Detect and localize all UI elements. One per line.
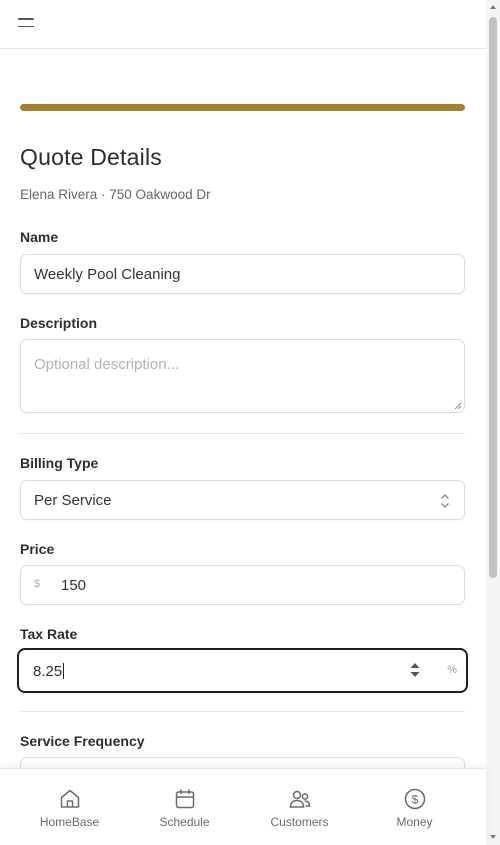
scroll-up-arrow-icon[interactable] <box>490 5 496 9</box>
nav-label-money: Money <box>396 815 433 829</box>
select-updown-icon <box>440 493 450 509</box>
svg-text:$: $ <box>411 793 418 807</box>
divider <box>20 711 465 712</box>
home-icon <box>60 789 79 808</box>
price-input[interactable]: $ 150 <box>20 565 465 605</box>
bottom-nav: HomeBase Schedule Customers $ Money <box>0 768 486 845</box>
text-caret <box>63 663 65 679</box>
service-frequency-label: Service Frequency <box>20 733 145 749</box>
calendar-icon <box>175 789 194 809</box>
name-label: Name <box>20 229 59 245</box>
billing-type-value: Per Service <box>34 492 112 509</box>
percent-suffix: % <box>447 664 457 676</box>
description-placeholder: Optional description... <box>34 356 180 373</box>
hamburger-icon[interactable] <box>18 18 35 28</box>
number-spinner-icon[interactable] <box>410 661 420 679</box>
name-input[interactable]: Weekly Pool Cleaning <box>20 254 465 294</box>
tax-rate-input[interactable]: 8.25 % <box>17 648 468 693</box>
nav-item-customers[interactable]: Customers <box>239 769 360 845</box>
billing-type-label: Billing Type <box>20 455 99 471</box>
scrollbar[interactable] <box>486 0 500 845</box>
nav-label-homebase: HomeBase <box>39 815 100 829</box>
nav-item-money[interactable]: $ Money <box>354 769 475 845</box>
customer-address: Elena Rivera · 750 Oakwood Dr <box>20 187 211 202</box>
nav-label-schedule: Schedule <box>159 815 210 829</box>
description-textarea[interactable]: Optional description... <box>20 339 465 413</box>
price-label: Price <box>20 541 55 557</box>
scroll-down-arrow-icon[interactable] <box>490 835 496 839</box>
progress-bar <box>20 104 465 111</box>
resize-grip-icon[interactable] <box>454 402 462 410</box>
nav-label-customers: Customers <box>270 815 329 829</box>
description-label: Description <box>20 315 98 331</box>
progress-bar-fill <box>20 104 465 111</box>
currency-prefix: $ <box>34 578 41 590</box>
dollar-circle-icon: $ <box>404 788 425 810</box>
nav-item-homebase[interactable]: HomeBase <box>9 769 130 845</box>
price-input-value: 150 <box>61 577 87 594</box>
page-title: Quote Details <box>20 144 162 170</box>
name-input-value: Weekly Pool Cleaning <box>34 266 181 283</box>
nav-item-schedule[interactable]: Schedule <box>124 769 245 845</box>
tax-rate-input-value: 8.25 <box>33 663 65 680</box>
top-bar <box>0 0 486 49</box>
billing-type-select[interactable]: Per Service <box>20 480 465 520</box>
divider <box>20 433 465 434</box>
users-icon <box>289 790 310 808</box>
scrollbar-thumb[interactable] <box>489 17 497 578</box>
tax-rate-label: Tax Rate <box>20 626 78 642</box>
